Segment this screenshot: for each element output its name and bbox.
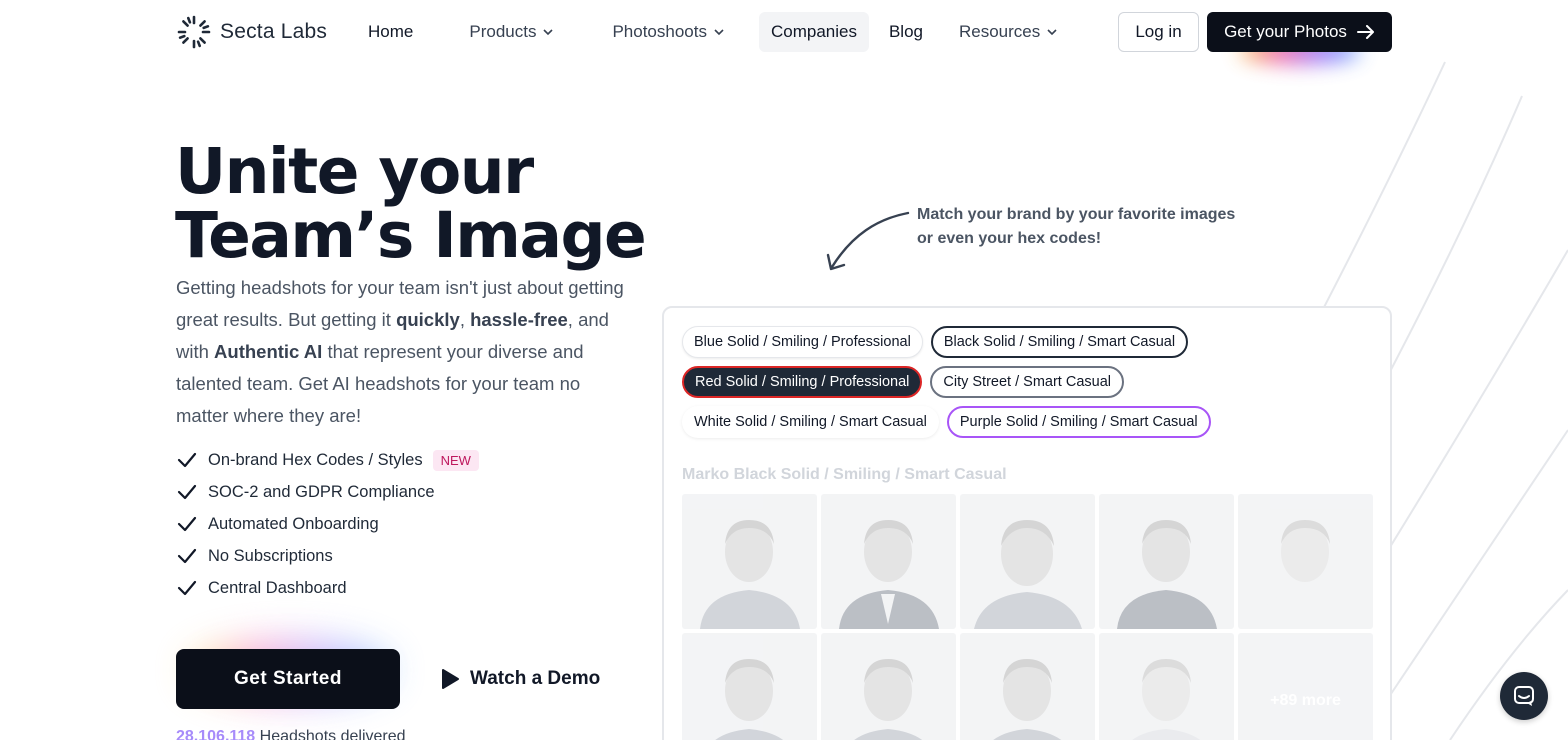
feature-item: Automated Onboarding bbox=[176, 508, 479, 540]
feature-list: On-brand Hex Codes / Styles NEW SOC-2 an… bbox=[176, 444, 479, 604]
person-icon bbox=[700, 520, 800, 629]
check-icon bbox=[177, 452, 197, 468]
chip-row: Red Solid / Smiling / Professional City … bbox=[682, 366, 1211, 398]
feature-item: On-brand Hex Codes / Styles NEW bbox=[176, 444, 479, 476]
chat-icon bbox=[1514, 686, 1534, 706]
feature-label: Central Dashboard bbox=[208, 578, 347, 597]
style-chip[interactable]: City Street / Smart Casual bbox=[930, 366, 1124, 398]
curved-arrow-icon bbox=[826, 211, 910, 271]
person-icon bbox=[1132, 659, 1201, 740]
feature-label: No Subscriptions bbox=[208, 546, 333, 565]
chip-row: White Solid / Smiling / Smart Casual Pur… bbox=[682, 406, 1211, 438]
delivered-label: Headshots delivered bbox=[255, 728, 406, 740]
style-chips: Blue Solid / Smiling / Professional Blac… bbox=[682, 326, 1211, 446]
desc-emphasis-hassle-free: hassle-free bbox=[470, 309, 568, 330]
chip-row: Blue Solid / Smiling / Professional Blac… bbox=[682, 326, 1211, 358]
check-icon bbox=[177, 580, 197, 596]
nav-item-label: Photoshoots bbox=[612, 22, 707, 41]
arrow-right-icon bbox=[1356, 25, 1374, 39]
nav-item-resources[interactable]: Resources bbox=[947, 12, 1070, 52]
nav-links: Home Products Photoshoots Companies Blog… bbox=[356, 12, 1070, 52]
nav-item-products[interactable]: Products bbox=[457, 12, 566, 52]
nav-item-companies[interactable]: Companies bbox=[758, 12, 869, 52]
feature-label: Automated Onboarding bbox=[208, 514, 379, 533]
headshot-gallery: +89 more bbox=[682, 494, 1373, 740]
person-icon bbox=[839, 520, 939, 629]
headshot-thumbnail[interactable] bbox=[1238, 494, 1373, 629]
style-chip[interactable]: Purple Solid / Smiling / Smart Casual bbox=[946, 406, 1211, 438]
delivered-count: 28,106,118 bbox=[176, 728, 256, 740]
headshot-thumbnail[interactable] bbox=[960, 633, 1095, 740]
nav-item-label: Blog bbox=[888, 22, 923, 41]
desc-emphasis-authentic-ai: Authentic AI bbox=[214, 341, 323, 362]
sunburst-logo-icon bbox=[177, 15, 211, 49]
person-icon bbox=[1256, 520, 1356, 629]
nav-item-label: Products bbox=[469, 22, 537, 41]
check-icon bbox=[177, 484, 197, 500]
feature-label: SOC-2 and GDPR Compliance bbox=[208, 482, 435, 501]
style-chip-selected[interactable]: Red Solid / Smiling / Professional bbox=[682, 366, 923, 398]
feature-label: On-brand Hex Codes / Styles bbox=[208, 450, 423, 469]
check-icon bbox=[177, 548, 197, 564]
desc-emphasis-quickly: quickly bbox=[396, 309, 460, 330]
person-icon bbox=[993, 659, 1062, 740]
nav-item-label: Home bbox=[368, 22, 414, 41]
headshot-thumbnail[interactable] bbox=[960, 494, 1095, 629]
play-icon bbox=[442, 669, 459, 689]
brand-name: Secta Labs bbox=[220, 20, 328, 43]
nav-item-label: Companies bbox=[770, 22, 857, 41]
get-started-button[interactable]: Get Started bbox=[176, 649, 400, 709]
top-navigation: Secta Labs Home Products Photoshoots Com… bbox=[0, 0, 1568, 64]
headshot-thumbnail[interactable] bbox=[682, 494, 817, 629]
person-icon bbox=[974, 520, 1082, 629]
hero-description: Getting headshots for your team isn't ju… bbox=[176, 272, 624, 432]
chat-launcher-button[interactable] bbox=[1500, 672, 1548, 720]
headshot-thumbnail[interactable] bbox=[1099, 633, 1234, 740]
style-showcase-panel: Blue Solid / Smiling / Professional Blac… bbox=[662, 306, 1392, 740]
headshot-thumbnail[interactable] bbox=[1099, 494, 1234, 629]
chevron-down-icon bbox=[543, 29, 554, 36]
feature-item: Central Dashboard bbox=[176, 572, 479, 604]
more-headshots-tile[interactable]: +89 more bbox=[1238, 633, 1373, 740]
feature-item: SOC-2 and GDPR Compliance bbox=[176, 476, 479, 508]
get-photos-button[interactable]: Get your Photos bbox=[1207, 12, 1392, 52]
nav-item-blog[interactable]: Blog bbox=[877, 12, 935, 52]
style-chip[interactable]: Black Solid / Smiling / Smart Casual bbox=[930, 326, 1189, 358]
nav-item-home[interactable]: Home bbox=[356, 12, 425, 52]
style-chip[interactable]: Blue Solid / Smiling / Professional bbox=[682, 326, 923, 358]
brand-callout: Match your brand by your favorite images… bbox=[917, 206, 1236, 247]
feature-item: No Subscriptions bbox=[176, 540, 479, 572]
get-photos-label: Get your Photos bbox=[1224, 22, 1347, 41]
chevron-down-icon bbox=[1047, 29, 1057, 36]
gallery-title: Marko Black Solid / Smiling / Smart Casu… bbox=[682, 466, 1007, 483]
nav-item-label: Resources bbox=[959, 22, 1041, 41]
person-icon bbox=[1117, 520, 1217, 629]
login-button[interactable]: Log in bbox=[1118, 12, 1199, 52]
person-icon bbox=[715, 659, 784, 740]
watch-demo-label: Watch a Demo bbox=[470, 668, 601, 689]
headshots-delivered: 28,106,118 Headshots delivered bbox=[176, 728, 406, 740]
hero-title-line-2: Team’s Image bbox=[175, 199, 647, 272]
person-icon bbox=[854, 659, 923, 740]
hero-title: Unite your Team’s Image bbox=[175, 140, 675, 268]
headshot-thumbnail[interactable] bbox=[821, 494, 956, 629]
headshot-thumbnail[interactable] bbox=[682, 633, 817, 740]
hero-title-line-1: Unite your bbox=[175, 135, 534, 208]
watch-demo-button[interactable]: Watch a Demo bbox=[440, 664, 600, 694]
headshot-thumbnail[interactable] bbox=[821, 633, 956, 740]
new-badge: NEW bbox=[432, 449, 479, 471]
nav-item-photoshoots[interactable]: Photoshoots bbox=[600, 12, 737, 52]
check-icon bbox=[177, 516, 197, 532]
desc-text: , bbox=[459, 309, 471, 330]
style-chip[interactable]: White Solid / Smiling / Smart Casual bbox=[682, 406, 939, 438]
brand-logo[interactable]: Secta Labs bbox=[176, 14, 327, 50]
chevron-down-icon bbox=[714, 29, 724, 36]
